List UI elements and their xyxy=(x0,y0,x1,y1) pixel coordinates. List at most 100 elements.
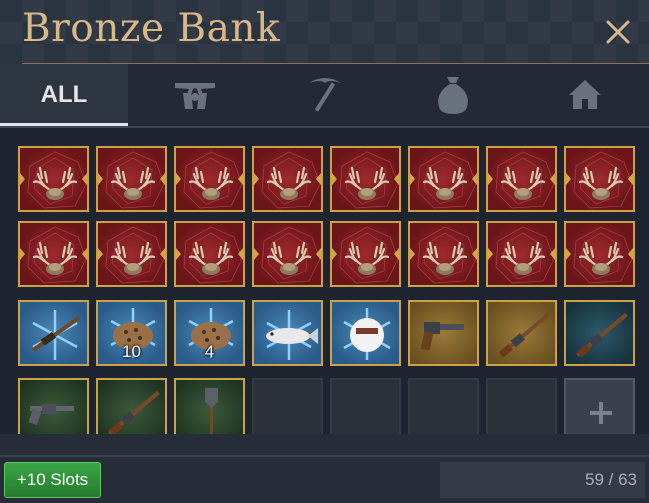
tab-valuables[interactable] xyxy=(408,64,498,126)
capacity-text: 59 / 63 xyxy=(585,470,637,489)
antler-trophy-icon xyxy=(339,151,399,209)
rarity-marker-right xyxy=(160,173,165,185)
item-slot[interactable] xyxy=(18,378,89,434)
capacity-counter: 59 / 63 xyxy=(440,462,645,498)
crossed-revolvers-icon xyxy=(175,83,215,109)
antler-trophy-icon xyxy=(183,226,243,284)
rarity-marker-right xyxy=(238,173,243,185)
snowball-icon xyxy=(343,308,391,360)
rarity-marker-right xyxy=(394,248,399,260)
item-slot[interactable] xyxy=(252,146,323,212)
item-slot[interactable] xyxy=(96,221,167,287)
tab-weapons[interactable] xyxy=(150,64,240,126)
rarity-marker-right xyxy=(316,248,321,260)
item-slot[interactable] xyxy=(96,146,167,212)
rarity-marker-right xyxy=(316,173,321,185)
rarity-marker-right xyxy=(628,173,633,185)
item-slot[interactable] xyxy=(486,300,557,366)
bronze-bank-window: Bronze Bank ALL 10 4 +10 Slots 59 / 63 xyxy=(0,0,649,503)
item-slot[interactable] xyxy=(408,300,479,366)
rarity-marker-left xyxy=(176,248,181,260)
rarity-marker-left xyxy=(410,173,415,185)
rarity-marker-right xyxy=(472,248,477,260)
item-slot[interactable] xyxy=(18,221,89,287)
antler-trophy-icon xyxy=(417,226,477,284)
antler-trophy-icon xyxy=(573,226,633,284)
item-slot[interactable] xyxy=(96,378,167,434)
antler-trophy-icon xyxy=(183,151,243,209)
category-tabs: ALL xyxy=(0,64,649,126)
close-icon[interactable] xyxy=(600,14,636,50)
item-grid: 10 4 xyxy=(0,128,649,434)
item-slot[interactable] xyxy=(330,300,401,366)
antler-trophy-icon xyxy=(27,151,87,209)
item-slot[interactable] xyxy=(252,300,323,366)
tab-tools[interactable] xyxy=(280,64,370,126)
rarity-marker-left xyxy=(98,248,103,260)
item-slot[interactable] xyxy=(564,221,635,287)
rarity-marker-left xyxy=(176,173,181,185)
rarity-marker-right xyxy=(550,173,555,185)
item-slot[interactable] xyxy=(174,146,245,212)
item-slot[interactable] xyxy=(330,146,401,212)
shovel-icon xyxy=(205,388,218,434)
item-slot[interactable] xyxy=(18,146,89,212)
rarity-marker-right xyxy=(550,248,555,260)
rarity-marker-right xyxy=(472,173,477,185)
antler-trophy-icon xyxy=(105,226,165,284)
tab-housing[interactable] xyxy=(540,64,630,126)
plus-icon xyxy=(590,402,612,424)
rarity-marker-right xyxy=(82,173,87,185)
tab-all[interactable]: ALL xyxy=(0,64,128,126)
item-slot[interactable]: 10 xyxy=(96,300,167,366)
empty-slot xyxy=(330,378,401,434)
add-slot-button[interactable] xyxy=(564,378,635,434)
antler-trophy-icon xyxy=(261,151,321,209)
antler-trophy-icon xyxy=(417,151,477,209)
item-slot[interactable] xyxy=(564,146,635,212)
frost-fish-icon xyxy=(266,310,318,360)
antler-trophy-icon xyxy=(495,226,555,284)
rifle-icon xyxy=(108,390,160,434)
rarity-marker-right xyxy=(238,248,243,260)
item-slot[interactable]: 4 xyxy=(174,300,245,366)
item-slot[interactable] xyxy=(174,378,245,434)
rifle-icon xyxy=(498,312,550,358)
item-slot[interactable] xyxy=(408,146,479,212)
money-bag-icon xyxy=(438,77,468,114)
empty-slot xyxy=(252,378,323,434)
rarity-marker-left xyxy=(20,248,25,260)
rarity-marker-left xyxy=(566,173,571,185)
rarity-marker-left xyxy=(332,173,337,185)
revolver-icon xyxy=(28,404,74,425)
item-quantity: 4 xyxy=(204,342,215,361)
item-slot[interactable] xyxy=(486,221,557,287)
footer-divider xyxy=(0,455,649,457)
antler-trophy-icon xyxy=(495,151,555,209)
item-slot[interactable] xyxy=(330,221,401,287)
add-slots-button[interactable]: +10 Slots xyxy=(4,462,101,498)
antler-trophy-icon xyxy=(261,226,321,284)
antler-trophy-icon xyxy=(339,226,399,284)
item-slot[interactable] xyxy=(174,221,245,287)
item-slot[interactable] xyxy=(486,146,557,212)
rarity-marker-left xyxy=(332,248,337,260)
item-slot[interactable] xyxy=(564,300,635,366)
rifle-icon xyxy=(576,312,628,358)
rarity-marker-right xyxy=(394,173,399,185)
rarity-marker-left xyxy=(566,248,571,260)
item-slot[interactable] xyxy=(18,300,89,366)
rarity-marker-left xyxy=(488,248,493,260)
rarity-marker-right xyxy=(82,248,87,260)
item-slot[interactable] xyxy=(408,221,479,287)
rarity-marker-left xyxy=(488,173,493,185)
antler-trophy-icon xyxy=(573,151,633,209)
house-icon xyxy=(569,80,601,109)
tab-all-label: ALL xyxy=(40,81,88,108)
pistol-icon xyxy=(420,322,464,351)
item-quantity: 10 xyxy=(122,342,141,361)
frost-rifle-icon xyxy=(31,310,81,360)
item-slot[interactable] xyxy=(252,221,323,287)
rarity-marker-left xyxy=(410,248,415,260)
antler-trophy-icon xyxy=(27,226,87,284)
